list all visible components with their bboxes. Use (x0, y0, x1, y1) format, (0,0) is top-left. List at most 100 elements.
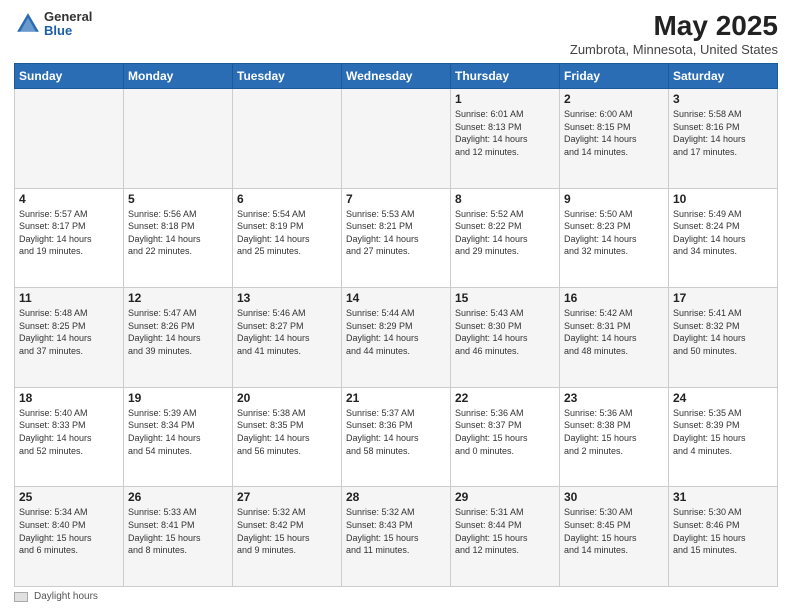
day-number: 22 (455, 391, 555, 405)
calendar-cell: 17Sunrise: 5:41 AM Sunset: 8:32 PM Dayli… (669, 288, 778, 388)
calendar-cell: 14Sunrise: 5:44 AM Sunset: 8:29 PM Dayli… (342, 288, 451, 388)
day-number: 25 (19, 490, 119, 504)
day-info: Sunrise: 5:48 AM Sunset: 8:25 PM Dayligh… (19, 307, 119, 357)
day-number: 21 (346, 391, 446, 405)
day-number: 24 (673, 391, 773, 405)
calendar-cell: 25 Sunrise: 5:34 AM Sunset: 8:40 PM Dayli… (15, 487, 124, 587)
calendar-cell: 6 Sunrise: 5:54 AM Sunset: 8:19 PM Daylig… (233, 188, 342, 288)
calendar-cell: 28Sunrise: 5:32 AM Sunset: 8:43 PM Dayli… (342, 487, 451, 587)
calendar-week-4: 18 Sunrise: 5:40 AM Sunset: 8:33 PM Dayli… (15, 387, 778, 487)
day-info: Sunrise: 5:52 AM Sunset: 8:22 PM Dayligh… (455, 208, 555, 258)
day-number: 9 (564, 192, 664, 206)
calendar-cell: 27Sunrise: 5:32 AM Sunset: 8:42 PM Dayli… (233, 487, 342, 587)
day-info: Sunrise: 5:38 AM Sunset: 8:35 PM Dayligh… (237, 407, 337, 457)
calendar-cell: 21 Sunrise: 5:37 AM Sunset: 8:36 PM Dayli… (342, 387, 451, 487)
day-info: Sunrise: 5:56 AM Sunset: 8:18 PM Dayligh… (128, 208, 228, 258)
calendar-cell: 26Sunrise: 5:33 AM Sunset: 8:41 PM Dayli… (124, 487, 233, 587)
logo-text: General Blue (44, 10, 92, 39)
calendar-week-3: 11 Sunrise: 5:48 AM Sunset: 8:25 PM Dayli… (15, 288, 778, 388)
calendar-cell: 3 Sunrise: 5:58 AM Sunset: 8:16 PM Daylig… (669, 89, 778, 189)
calendar-cell: 19 Sunrise: 5:39 AM Sunset: 8:34 PM Dayli… (124, 387, 233, 487)
footer: Daylight hours (14, 591, 778, 602)
calendar-header-wednesday: Wednesday (342, 64, 451, 89)
calendar-header-monday: Monday (124, 64, 233, 89)
day-number: 13 (237, 291, 337, 305)
day-info: Sunrise: 5:49 AM Sunset: 8:24 PM Dayligh… (673, 208, 773, 258)
day-info: Sunrise: 5:41 AM Sunset: 8:32 PM Dayligh… (673, 307, 773, 357)
logo: General Blue (14, 10, 92, 39)
calendar-cell (342, 89, 451, 189)
day-number: 3 (673, 92, 773, 106)
day-info: Sunrise: 5:30 AM Sunset: 8:46 PM Dayligh… (673, 506, 773, 556)
calendar-cell: 1Sunrise: 6:01 AM Sunset: 8:13 PM Daylig… (451, 89, 560, 189)
day-number: 6 (237, 192, 337, 206)
calendar-cell: 16 Sunrise: 5:42 AM Sunset: 8:31 PM Dayli… (560, 288, 669, 388)
day-info: Sunrise: 5:58 AM Sunset: 8:16 PM Dayligh… (673, 108, 773, 158)
main-title: May 2025 (570, 10, 778, 42)
day-number: 19 (128, 391, 228, 405)
day-info: Sunrise: 5:47 AM Sunset: 8:26 PM Dayligh… (128, 307, 228, 357)
day-number: 2 (564, 92, 664, 106)
calendar-header-tuesday: Tuesday (233, 64, 342, 89)
calendar-cell: 12 Sunrise: 5:47 AM Sunset: 8:26 PM Dayli… (124, 288, 233, 388)
title-block: May 2025 Zumbrota, Minnesota, United Sta… (570, 10, 778, 57)
day-number: 31 (673, 490, 773, 504)
day-number: 4 (19, 192, 119, 206)
logo-icon (14, 10, 42, 38)
calendar-header-friday: Friday (560, 64, 669, 89)
header: General Blue May 2025 Zumbrota, Minnesot… (14, 10, 778, 57)
page: General Blue May 2025 Zumbrota, Minnesot… (0, 0, 792, 612)
day-info: Sunrise: 5:36 AM Sunset: 8:37 PM Dayligh… (455, 407, 555, 457)
calendar-cell: 13 Sunrise: 5:46 AM Sunset: 8:27 PM Dayli… (233, 288, 342, 388)
day-info: Sunrise: 5:46 AM Sunset: 8:27 PM Dayligh… (237, 307, 337, 357)
day-info: Sunrise: 5:44 AM Sunset: 8:29 PM Dayligh… (346, 307, 446, 357)
calendar-cell: 20 Sunrise: 5:38 AM Sunset: 8:35 PM Dayli… (233, 387, 342, 487)
day-info: Sunrise: 5:37 AM Sunset: 8:36 PM Dayligh… (346, 407, 446, 457)
day-number: 11 (19, 291, 119, 305)
day-number: 30 (564, 490, 664, 504)
day-number: 8 (455, 192, 555, 206)
calendar-cell: 11 Sunrise: 5:48 AM Sunset: 8:25 PM Dayli… (15, 288, 124, 388)
calendar-cell (15, 89, 124, 189)
logo-general-text: General (44, 10, 92, 24)
day-number: 5 (128, 192, 228, 206)
day-number: 18 (19, 391, 119, 405)
calendar-cell: 22 Sunrise: 5:36 AM Sunset: 8:37 PM Dayli… (451, 387, 560, 487)
day-info: Sunrise: 5:54 AM Sunset: 8:19 PM Dayligh… (237, 208, 337, 258)
day-info: Sunrise: 5:43 AM Sunset: 8:30 PM Dayligh… (455, 307, 555, 357)
day-info: Sunrise: 5:32 AM Sunset: 8:43 PM Dayligh… (346, 506, 446, 556)
calendar-header-saturday: Saturday (669, 64, 778, 89)
day-number: 20 (237, 391, 337, 405)
daylight-box (14, 592, 28, 602)
day-info: Sunrise: 5:35 AM Sunset: 8:39 PM Dayligh… (673, 407, 773, 457)
day-number: 1 (455, 92, 555, 106)
calendar-cell (124, 89, 233, 189)
calendar-cell: 30Sunrise: 5:30 AM Sunset: 8:45 PM Dayli… (560, 487, 669, 587)
day-info: Sunrise: 6:00 AM Sunset: 8:15 PM Dayligh… (564, 108, 664, 158)
day-number: 23 (564, 391, 664, 405)
day-info: Sunrise: 5:34 AM Sunset: 8:40 PM Dayligh… (19, 506, 119, 556)
day-number: 16 (564, 291, 664, 305)
calendar-header-thursday: Thursday (451, 64, 560, 89)
day-info: Sunrise: 5:31 AM Sunset: 8:44 PM Dayligh… (455, 506, 555, 556)
day-number: 12 (128, 291, 228, 305)
calendar-cell: 31 Sunrise: 5:30 AM Sunset: 8:46 PM Dayli… (669, 487, 778, 587)
day-info: Sunrise: 5:40 AM Sunset: 8:33 PM Dayligh… (19, 407, 119, 457)
calendar-cell: 9 Sunrise: 5:50 AM Sunset: 8:23 PM Daylig… (560, 188, 669, 288)
day-number: 26 (128, 490, 228, 504)
day-info: Sunrise: 5:57 AM Sunset: 8:17 PM Dayligh… (19, 208, 119, 258)
calendar-cell: 5 Sunrise: 5:56 AM Sunset: 8:18 PM Daylig… (124, 188, 233, 288)
day-info: Sunrise: 5:42 AM Sunset: 8:31 PM Dayligh… (564, 307, 664, 357)
calendar-header-row: SundayMondayTuesdayWednesdayThursdayFrid… (15, 64, 778, 89)
day-info: Sunrise: 5:50 AM Sunset: 8:23 PM Dayligh… (564, 208, 664, 258)
calendar-cell: 8 Sunrise: 5:52 AM Sunset: 8:22 PM Daylig… (451, 188, 560, 288)
calendar-cell: 23Sunrise: 5:36 AM Sunset: 8:38 PM Dayli… (560, 387, 669, 487)
day-number: 10 (673, 192, 773, 206)
calendar-cell: 4 Sunrise: 5:57 AM Sunset: 8:17 PM Daylig… (15, 188, 124, 288)
calendar-cell: 2 Sunrise: 6:00 AM Sunset: 8:15 PM Daylig… (560, 89, 669, 189)
day-info: Sunrise: 5:39 AM Sunset: 8:34 PM Dayligh… (128, 407, 228, 457)
day-number: 29 (455, 490, 555, 504)
calendar-week-5: 25 Sunrise: 5:34 AM Sunset: 8:40 PM Dayli… (15, 487, 778, 587)
day-number: 15 (455, 291, 555, 305)
calendar-cell: 18 Sunrise: 5:40 AM Sunset: 8:33 PM Dayli… (15, 387, 124, 487)
